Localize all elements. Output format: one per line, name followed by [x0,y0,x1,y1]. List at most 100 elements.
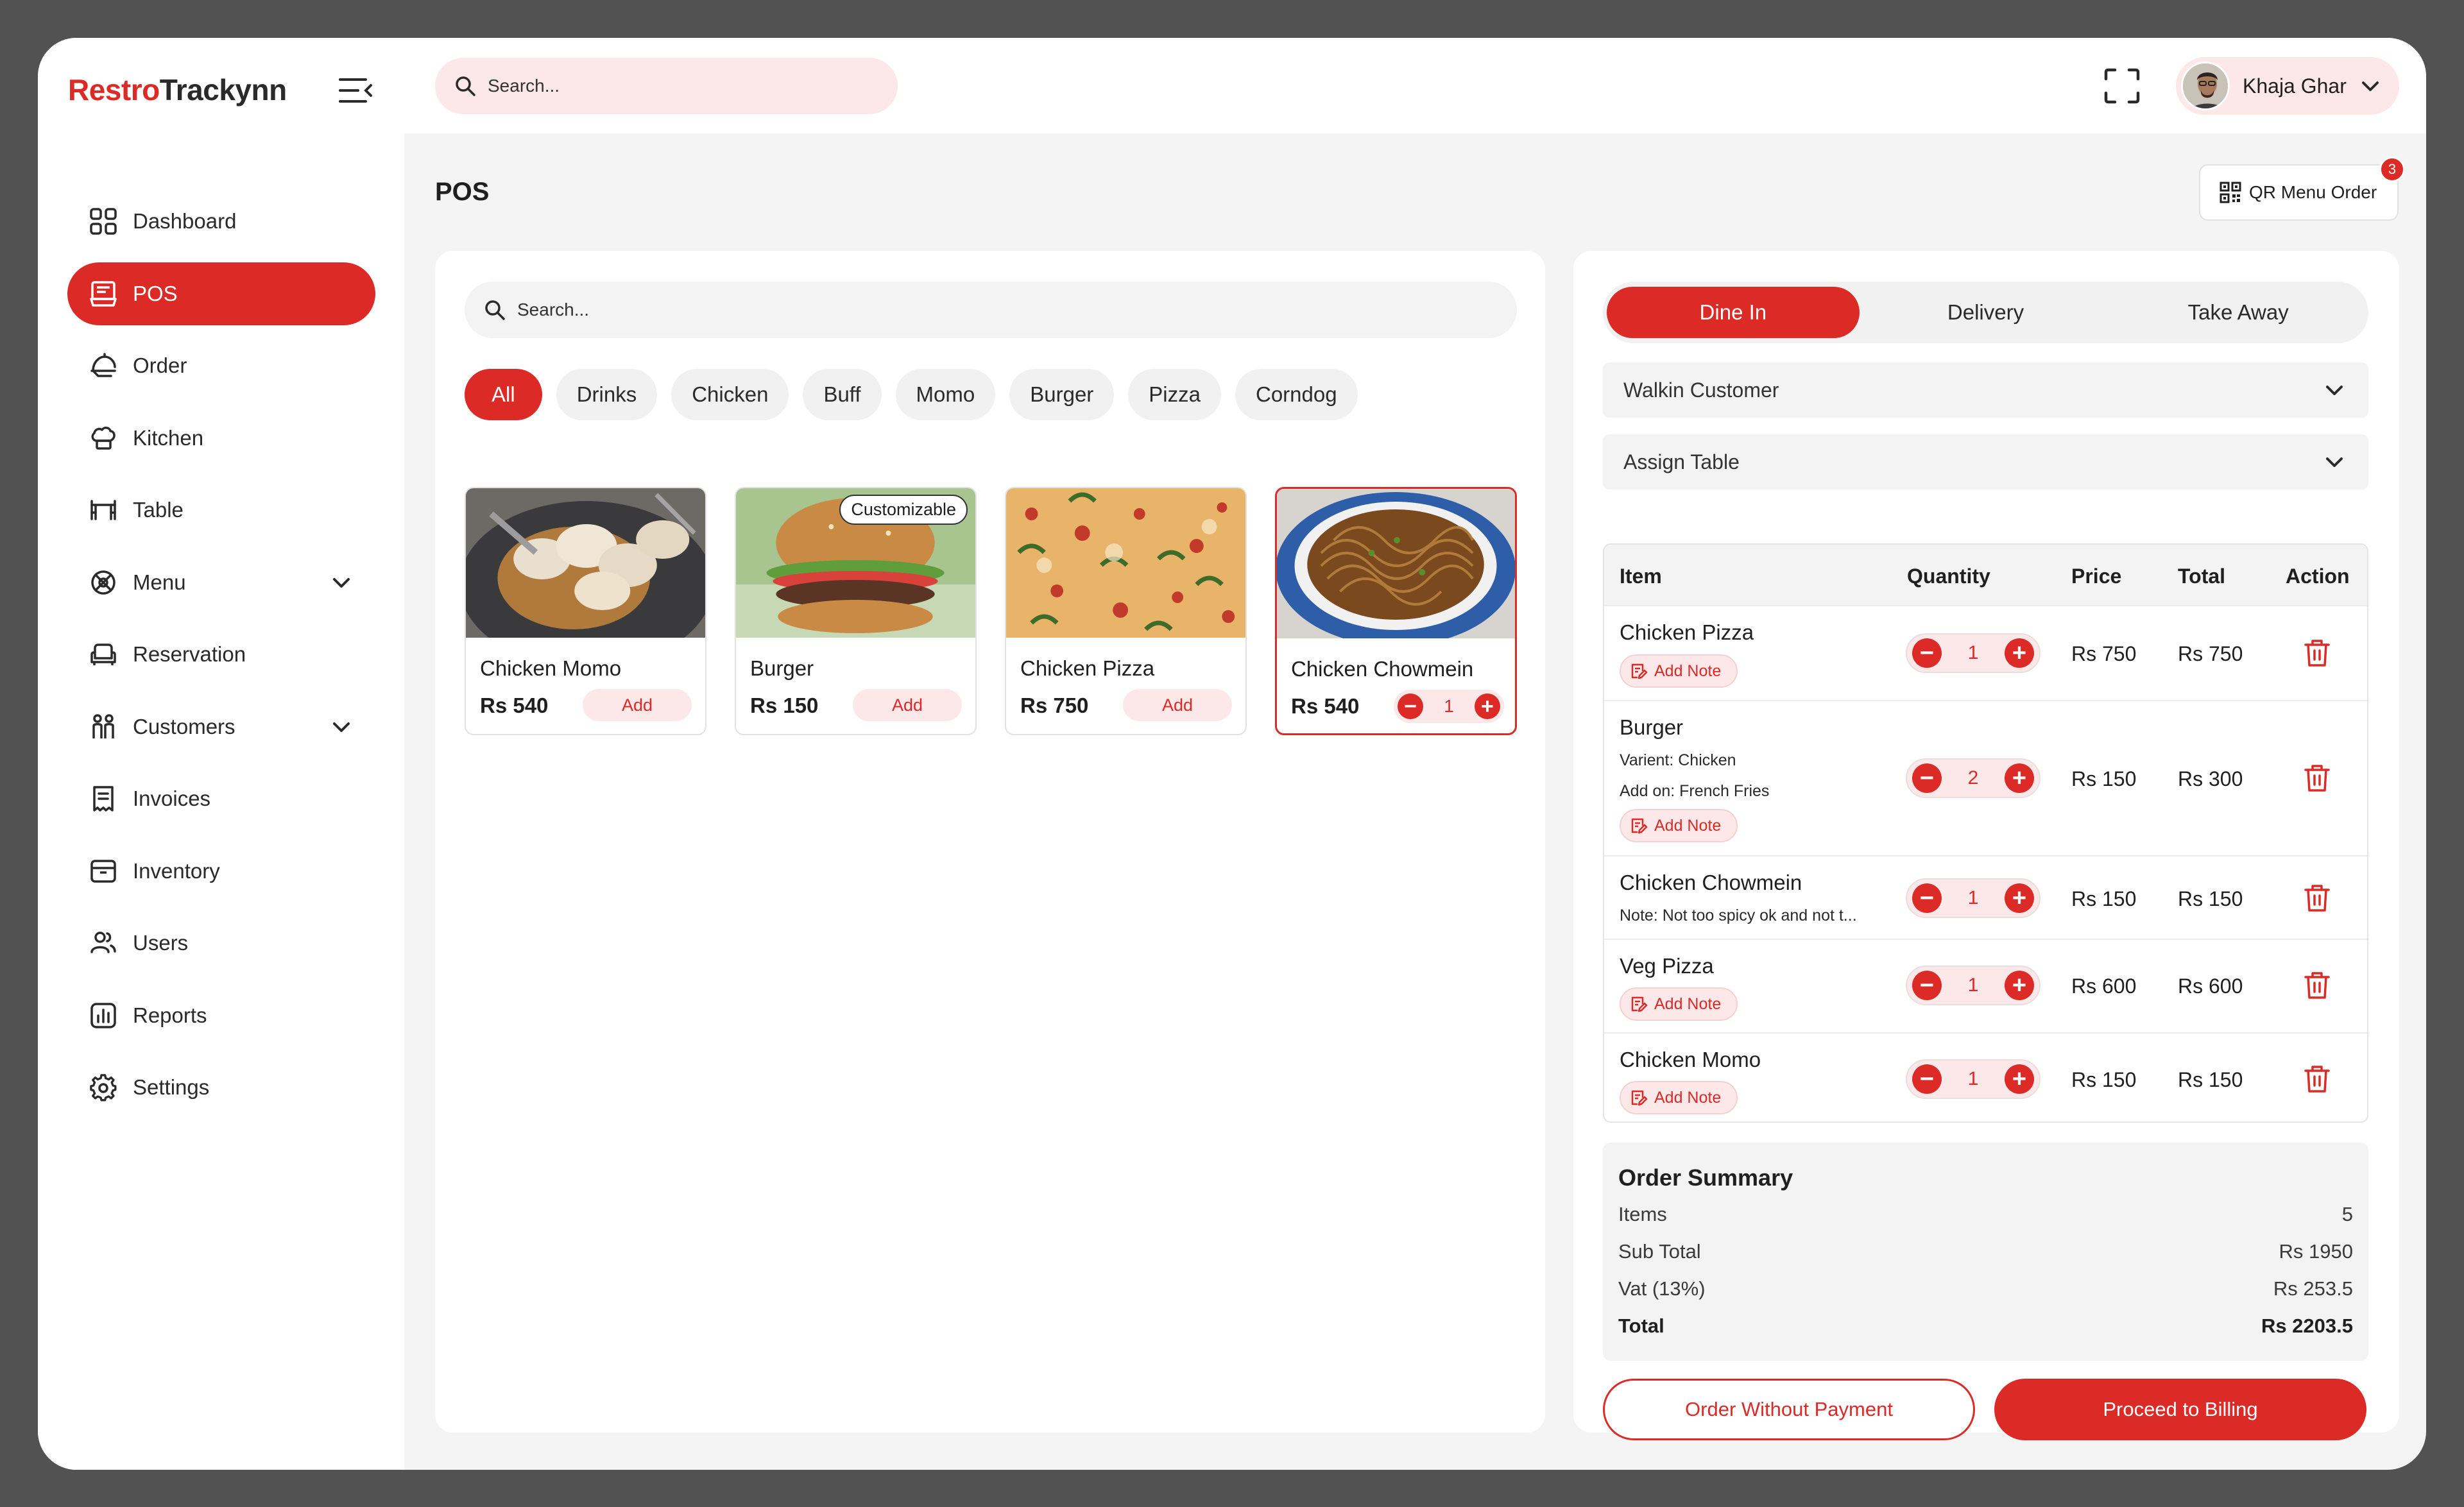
reports-icon [88,1000,119,1031]
tab-take-away[interactable]: Take Away [2112,287,2365,338]
sidebar-nav: Dashboard POS Order Kitchen Table Menu R… [67,190,375,1128]
decrement-button[interactable]: − [1912,763,1942,793]
sidebar-item-kitchen[interactable]: Kitchen [67,407,375,470]
product-card[interactable]: Chicken Pizza Rs 750 Add [1005,487,1247,735]
table-row: Burger Varient: Chicken Add on: French F… [1604,700,2367,855]
fullscreen-icon[interactable] [2103,67,2141,105]
category-corndog[interactable]: Corndog [1235,369,1358,420]
increment-button[interactable]: + [2005,638,2034,668]
summary-total-row: Total Rs 2203.5 [1618,1315,2353,1338]
proceed-to-billing-button[interactable]: Proceed to Billing [1994,1379,2366,1440]
quantity-stepper: − 1 + [1906,878,2041,918]
category-burger[interactable]: Burger [1009,369,1115,420]
item-variant: Varient: Chicken [1620,751,1736,769]
add-note-button[interactable]: Add Note [1620,809,1738,842]
note-icon [1631,818,1648,834]
quantity-stepper: − 1 + [1906,1059,2041,1099]
product-card-selected[interactable]: Chicken Chowmein Rs 540 − 1 + [1275,487,1517,735]
sidebar-item-menu[interactable]: Menu [67,551,375,614]
trash-icon[interactable] [2304,763,2331,793]
chef-hat-icon [88,423,119,454]
summary-label: Sub Total [1618,1240,1701,1263]
quantity-stepper: − 1 + [1906,633,2041,673]
summary-value: Rs 2203.5 [2261,1315,2353,1337]
sidebar-item-order[interactable]: Order [67,334,375,397]
product-name: Chicken Chowmein [1291,657,1474,681]
brand-logo[interactable]: RestroTrackynn [68,72,287,107]
product-card[interactable]: Chicken Momo Rs 540 Add [465,487,706,735]
category-pizza[interactable]: Pizza [1128,369,1221,420]
trash-icon[interactable] [2304,971,2331,1000]
chevron-down-icon[interactable] [332,719,351,735]
category-momo[interactable]: Momo [895,369,996,420]
tab-dine-in[interactable]: Dine In [1607,287,1860,338]
increment-button[interactable]: + [1474,694,1500,719]
add-button[interactable]: Add [583,689,692,721]
sidebar-item-reservation[interactable]: Reservation [67,623,375,686]
sidebar: RestroTrackynn Dashboard POS Order Kitch… [38,38,404,1470]
product-search-input[interactable]: Search... [465,282,1517,338]
sidebar-item-pos[interactable]: POS [67,262,375,325]
customer-select[interactable]: Walkin Customer [1603,362,2368,418]
trash-icon[interactable] [2304,883,2331,913]
table-row: Chicken Pizza Add Note − 1 + Rs 750 Rs 7… [1604,605,2367,700]
item-price: Rs 150 [2071,767,2137,790]
decrement-button[interactable]: − [1912,883,1942,913]
add-note-button[interactable]: Add Note [1620,1081,1738,1114]
category-all[interactable]: All [465,369,542,420]
increment-button[interactable]: + [2005,971,2034,1000]
chevron-down-icon[interactable] [332,574,351,591]
collapse-menu-icon[interactable] [338,74,373,106]
sidebar-item-table[interactable]: Table [67,479,375,541]
qr-menu-order-button[interactable]: QR Menu Order 3 [2199,157,2405,221]
sidebar-item-reports[interactable]: Reports [67,984,375,1047]
customer-select-value: Walkin Customer [1623,378,1779,402]
notification-badge: 3 [2379,157,2405,182]
product-price: Rs 750 [1020,694,1089,717]
product-price: Rs 540 [480,694,549,717]
item-addon: Add on: French Fries [1620,782,1770,800]
avatar [2181,62,2230,110]
order-without-payment-button[interactable]: Order Without Payment [1603,1379,1975,1440]
qr-menu-order-label: QR Menu Order [2249,182,2377,202]
item-note: Note: Not too spicy ok and not t... [1620,907,1857,924]
category-drinks[interactable]: Drinks [556,369,658,420]
table-select[interactable]: Assign Table [1603,434,2368,490]
tab-delivery[interactable]: Delivery [1860,287,2112,338]
increment-button[interactable]: + [2005,763,2034,793]
sidebar-item-label: Table [133,498,184,522]
user-menu[interactable]: Khaja Ghar [2176,57,2399,115]
product-card[interactable]: Customizable Burger Rs 150 Add [735,487,977,735]
sidebar-item-users[interactable]: Users [67,912,375,975]
trash-icon[interactable] [2304,638,2331,668]
category-buff[interactable]: Buff [803,369,882,420]
quantity-stepper: − 2 + [1906,758,2041,798]
decrement-button[interactable]: − [1912,1064,1942,1094]
summary-items-row: Items 5 [1618,1203,2353,1226]
add-button[interactable]: Add [1123,689,1232,721]
add-note-button[interactable]: Add Note [1620,654,1738,688]
table-row: Chicken Chowmein Note: Not too spicy ok … [1604,855,2367,939]
decrement-button[interactable]: − [1398,694,1423,719]
summary-title: Order Summary [1618,1164,1793,1191]
qr-code-icon [2220,182,2241,203]
increment-button[interactable]: + [2005,883,2034,913]
category-chicken[interactable]: Chicken [671,369,789,420]
user-name: Khaja Ghar [2243,74,2347,98]
decrement-button[interactable]: − [1912,638,1942,668]
global-search-input[interactable]: Search... [435,58,898,114]
product-image-pizza [1006,488,1245,638]
add-note-label: Add Note [1654,816,1722,835]
increment-button[interactable]: + [2005,1064,2034,1094]
add-note-button[interactable]: Add Note [1620,987,1738,1021]
add-note-label: Add Note [1654,994,1722,1013]
sidebar-item-settings[interactable]: Settings [67,1056,375,1119]
item-total: Rs 150 [2178,887,2243,910]
sidebar-item-dashboard[interactable]: Dashboard [67,190,375,253]
sidebar-item-invoices[interactable]: Invoices [67,767,375,830]
sidebar-item-inventory[interactable]: Inventory [67,840,375,903]
decrement-button[interactable]: − [1912,971,1942,1000]
add-button[interactable]: Add [853,689,962,721]
trash-icon[interactable] [2304,1064,2331,1094]
sidebar-item-customers[interactable]: Customers [67,695,375,758]
